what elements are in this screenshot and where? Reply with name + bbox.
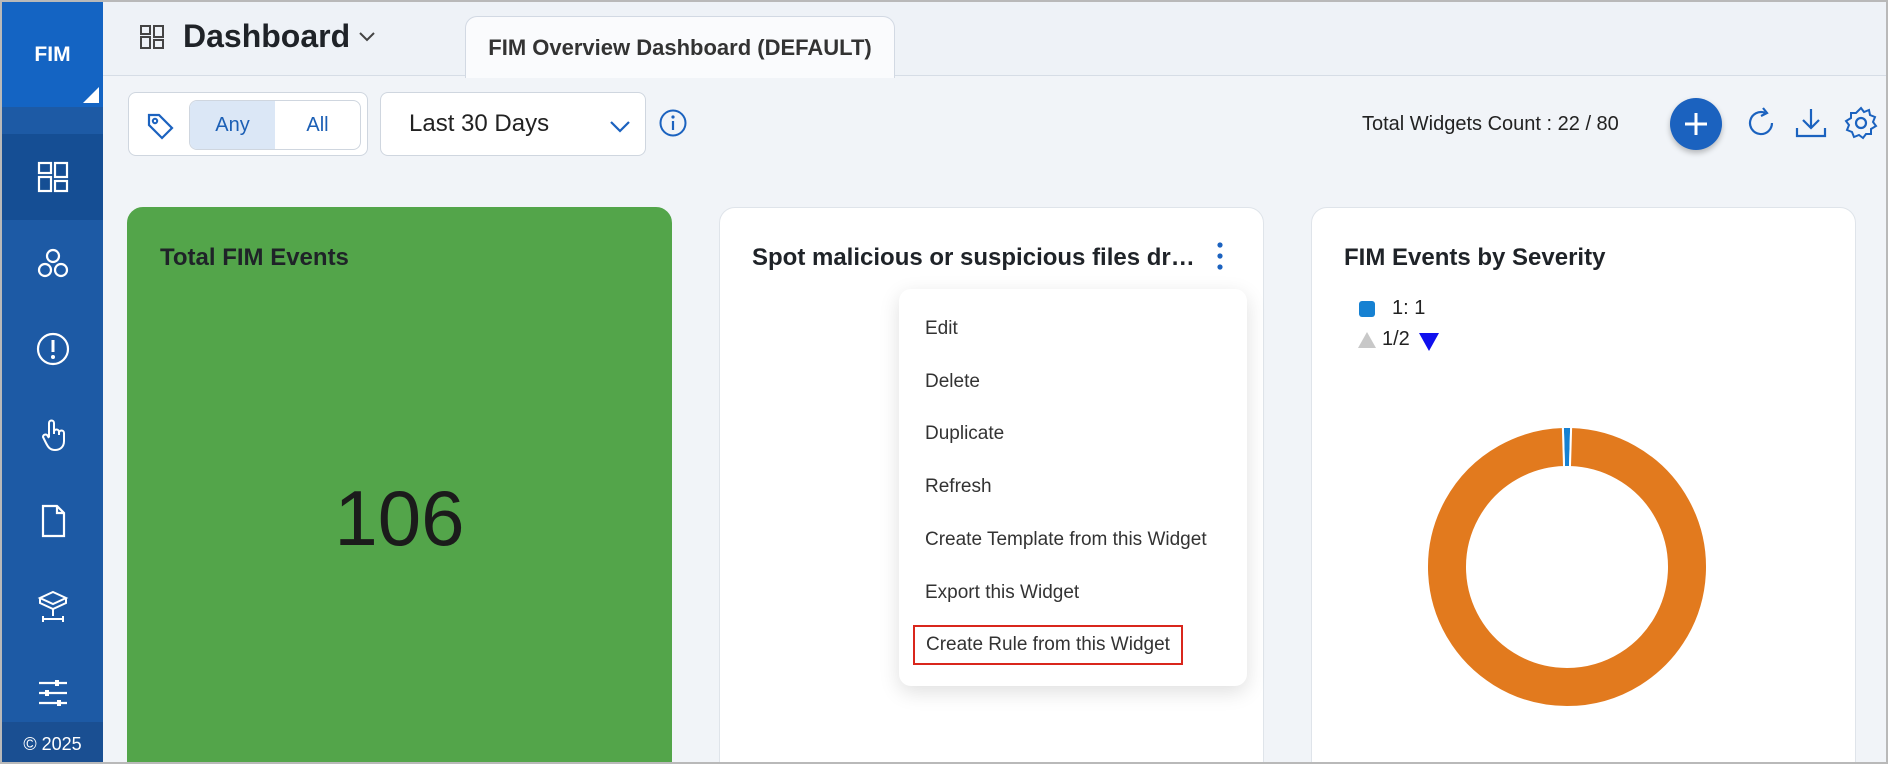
sidebar-item-assets[interactable] xyxy=(2,564,103,650)
menu-item-export[interactable]: Export this Widget xyxy=(925,582,1079,604)
date-range-value: Last 30 Days xyxy=(409,110,550,137)
app-logo-text: FIM xyxy=(34,42,71,66)
app-window: FIM © 2025 Dashboard FIM Overview Dashbo… xyxy=(0,0,1888,764)
legend-next-icon[interactable] xyxy=(1418,330,1440,352)
legend-pager: 1/2 xyxy=(1382,328,1410,350)
date-range-select[interactable]: Last 30 Days xyxy=(380,92,646,156)
app-logo[interactable]: FIM xyxy=(2,2,103,107)
sliders-icon xyxy=(38,680,67,706)
header-bar: Dashboard FIM Overview Dashboard (DEFAUL… xyxy=(103,2,1886,78)
any-all-toggle: Any All xyxy=(189,100,361,150)
sidebar-item-reports[interactable] xyxy=(2,478,103,564)
sidebar-item-actions[interactable] xyxy=(2,392,103,478)
dashboard-icon xyxy=(140,25,164,49)
severity-donut-chart xyxy=(1426,426,1708,708)
page-title[interactable]: Dashboard xyxy=(183,18,350,55)
legend-swatch xyxy=(1359,301,1375,317)
tag-filter: Any All xyxy=(128,92,368,156)
donut-slice-rest[interactable] xyxy=(1426,426,1708,708)
sidebar-item-dashboard[interactable] xyxy=(2,134,103,220)
widget-title: Spot malicious or suspicious files dr… xyxy=(752,244,1195,271)
tab-label: FIM Overview Dashboard (DEFAULT) xyxy=(488,34,872,60)
network-icon xyxy=(37,590,68,622)
chevron-down-icon xyxy=(610,121,630,133)
document-icon xyxy=(41,504,65,538)
dashboard-icon xyxy=(37,161,68,193)
apps-icon xyxy=(37,248,68,278)
menu-item-delete[interactable]: Delete xyxy=(925,371,980,393)
toggle-all-button[interactable]: All xyxy=(275,101,360,149)
widget-title: Total FIM Events xyxy=(160,244,349,271)
legend-label[interactable]: 1: 1 xyxy=(1392,297,1425,320)
collapse-corner-icon[interactable] xyxy=(83,87,99,103)
download-icon[interactable] xyxy=(1794,106,1828,140)
tab-fim-overview[interactable]: FIM Overview Dashboard (DEFAULT) xyxy=(465,16,895,78)
menu-item-create-rule[interactable]: Create Rule from this Widget xyxy=(913,625,1183,665)
total-events-value: 106 xyxy=(334,474,465,562)
toggle-any-button[interactable]: Any xyxy=(190,101,275,149)
menu-item-duplicate[interactable]: Duplicate xyxy=(925,423,1004,445)
menu-item-refresh[interactable]: Refresh xyxy=(925,476,992,498)
add-widget-button[interactable] xyxy=(1670,98,1722,150)
widget-title: FIM Events by Severity xyxy=(1344,244,1606,271)
widget-context-menu: Edit Delete Duplicate Refresh Create Tem… xyxy=(899,289,1247,686)
menu-item-create-template[interactable]: Create Template from this Widget xyxy=(925,529,1207,551)
sidebar: FIM © 2025 xyxy=(2,2,103,762)
refresh-icon[interactable] xyxy=(1744,106,1778,140)
alert-icon xyxy=(36,332,69,366)
total-widgets-count: Total Widgets Count : 22 / 80 xyxy=(1362,113,1619,135)
touch-icon xyxy=(41,419,65,452)
info-icon[interactable] xyxy=(658,108,688,138)
kebab-menu-icon[interactable] xyxy=(1215,240,1225,272)
legend-prev-icon[interactable] xyxy=(1357,330,1377,350)
plus-icon xyxy=(1685,113,1707,135)
tag-icon[interactable] xyxy=(145,111,175,141)
copyright-text: © 2025 xyxy=(2,722,103,762)
gear-icon[interactable] xyxy=(1844,106,1878,140)
menu-item-edit[interactable]: Edit xyxy=(925,318,958,340)
sidebar-item-apps[interactable] xyxy=(2,220,103,306)
widget-total-fim-events[interactable]: Total FIM Events 106 xyxy=(127,207,672,762)
chevron-down-icon[interactable] xyxy=(358,28,376,46)
sidebar-item-alerts[interactable] xyxy=(2,306,103,392)
